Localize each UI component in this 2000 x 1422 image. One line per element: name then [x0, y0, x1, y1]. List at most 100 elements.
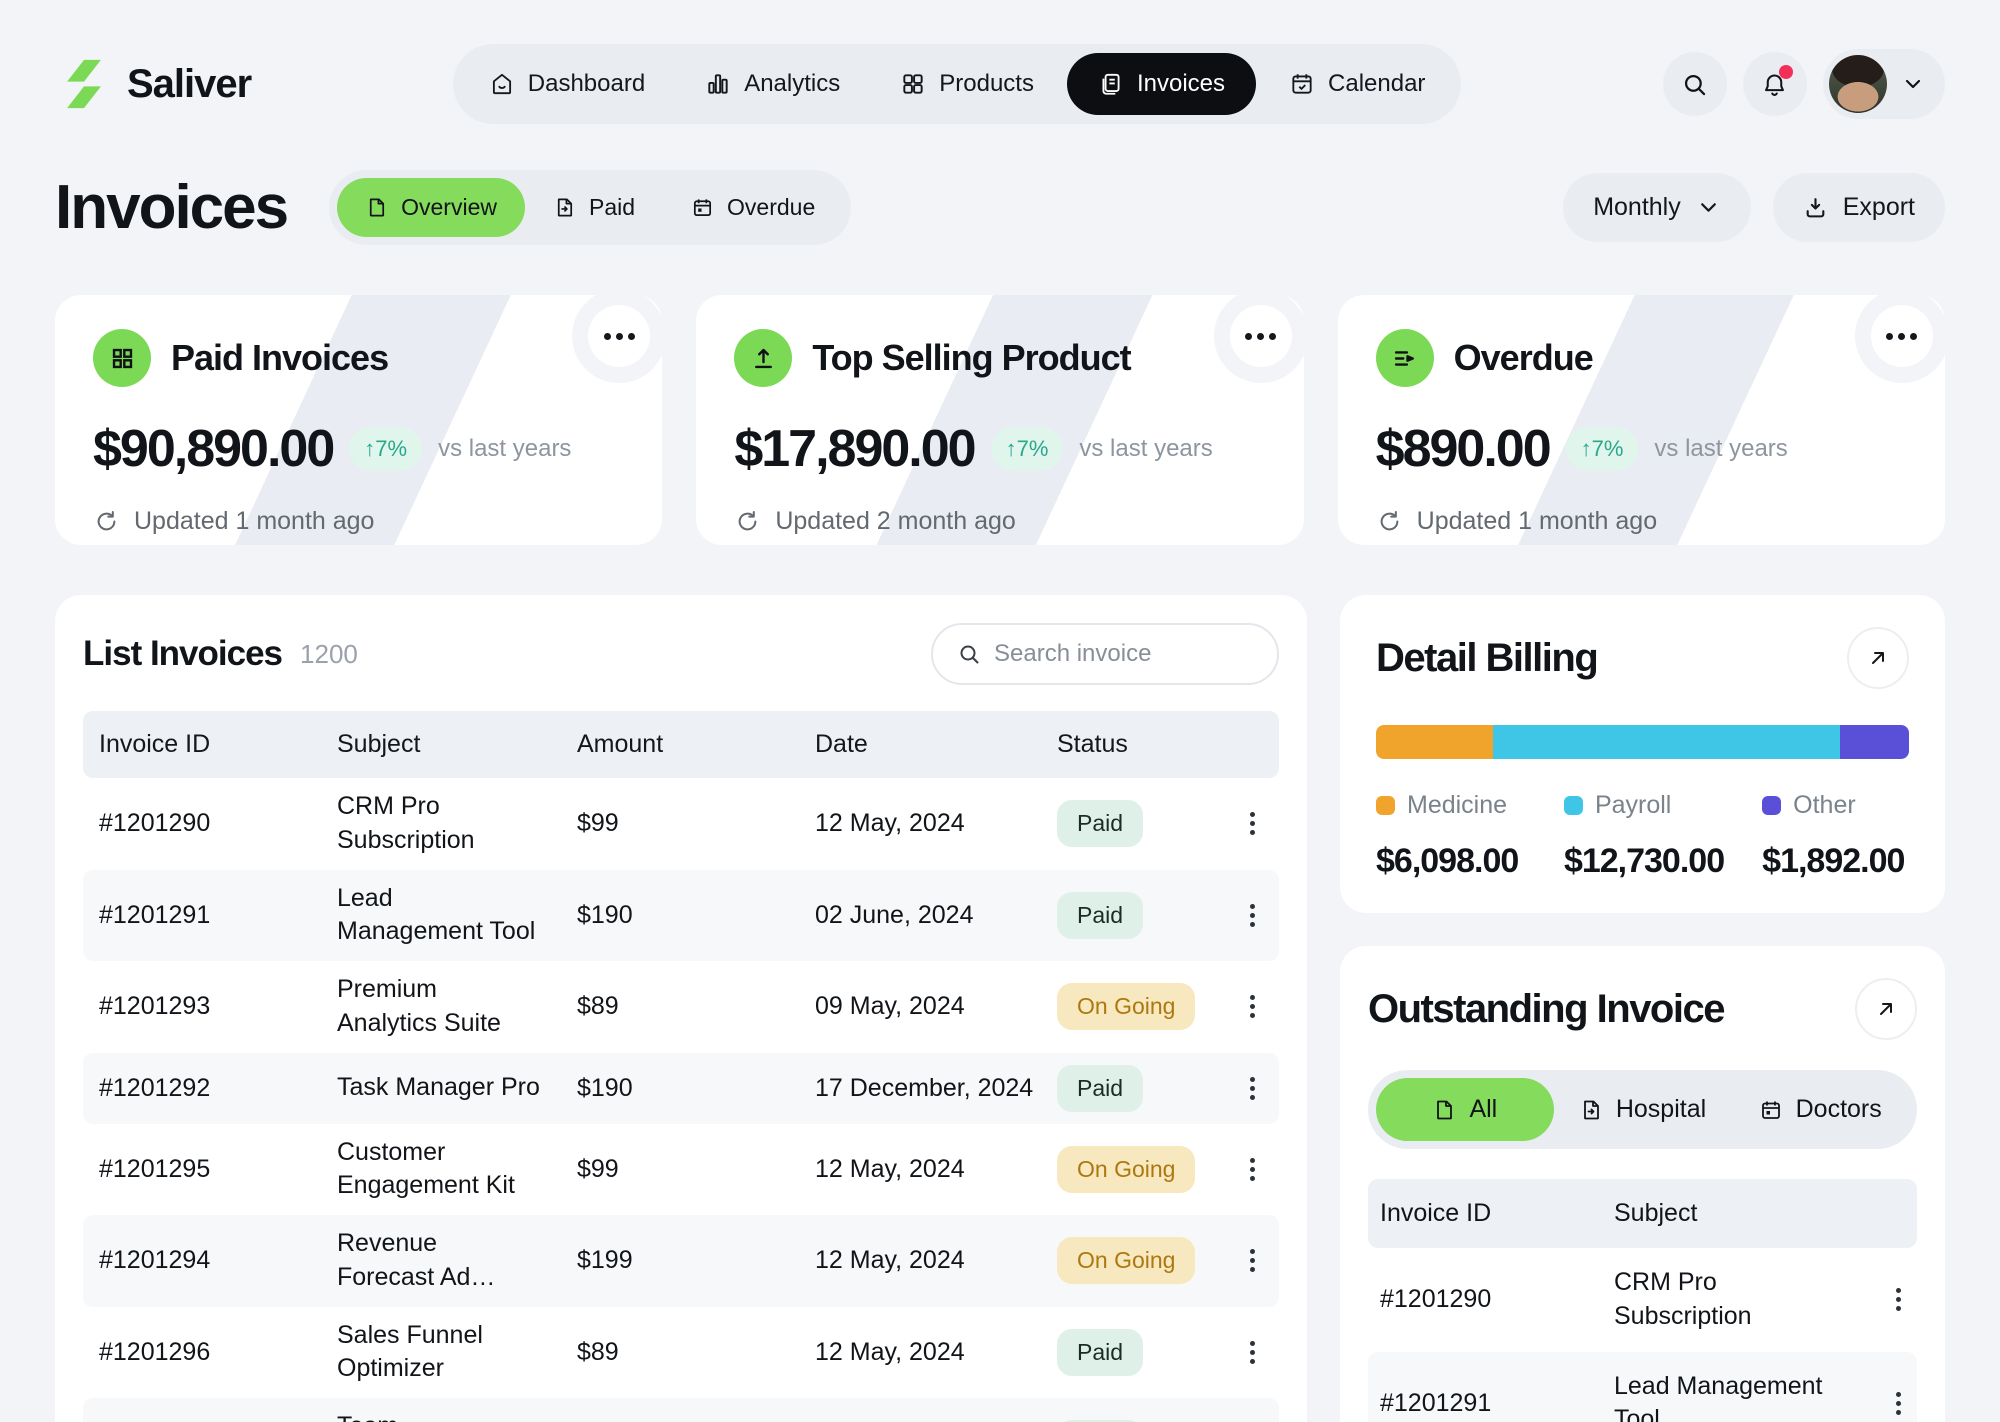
invoice-row[interactable]: #1201296Sales Funnel Optimizer$8912 May,… [83, 1307, 1279, 1399]
cell-amount: $99 [577, 809, 815, 838]
row-menu-button[interactable] [1237, 1158, 1267, 1181]
tab-doctors[interactable]: Doctors [1731, 1078, 1909, 1141]
nav-item-calendar[interactable]: Calendar [1262, 53, 1452, 115]
document-icon [1098, 71, 1124, 97]
invoice-row[interactable]: #1201294Revenue Forecast Ad…$19912 May, … [83, 1215, 1279, 1307]
delta-badge: ↑7% [349, 427, 422, 471]
col-invoice-id: Invoice ID [99, 730, 337, 759]
page-title: Invoices [55, 172, 287, 243]
search-icon [957, 642, 981, 666]
nav-item-dashboard[interactable]: Dashboard [462, 53, 672, 115]
brand-logo[interactable]: Saliver [55, 55, 251, 113]
top-controls [1663, 49, 1945, 119]
export-label: Export [1843, 193, 1915, 222]
tab-overview[interactable]: Overview [337, 178, 525, 237]
nav-label: Analytics [744, 70, 840, 98]
tab-label: Doctors [1796, 1095, 1882, 1124]
outstanding-expand-button[interactable] [1855, 978, 1917, 1040]
notification-dot [1779, 65, 1793, 79]
invoice-row[interactable]: #1201254Team Collaboration Hub$9917 Dece… [83, 1398, 1279, 1422]
page-header: Invoices Overview Paid Overdue Monthly [55, 170, 1945, 245]
cell-amount: $199 [577, 1246, 815, 1275]
billing-value: $1,892.00 [1762, 842, 1909, 881]
file-icon [365, 196, 388, 219]
invoice-row[interactable]: #1201291Lead Management Tool$19002 June,… [83, 870, 1279, 962]
tab-paid[interactable]: Paid [525, 178, 663, 237]
search-input[interactable] [994, 640, 1253, 668]
search-button[interactable] [1663, 52, 1727, 116]
period-select[interactable]: Monthly [1563, 173, 1751, 242]
cell-invoice-id: #1201295 [99, 1155, 337, 1184]
page-root: Saliver Dashboard Analytics Products Inv… [0, 0, 2000, 1422]
stat-amount: $17,890.00 [734, 419, 974, 479]
row-menu-button[interactable] [1237, 1249, 1267, 1272]
search-icon [1681, 71, 1708, 98]
invoice-row[interactable]: #1201295Customer Engagement Kit$9912 May… [83, 1124, 1279, 1216]
delta-badge: ↑7% [991, 427, 1064, 471]
refresh-icon [734, 508, 761, 535]
tab-overdue[interactable]: Overdue [663, 178, 843, 237]
billing-expand-button[interactable] [1847, 627, 1909, 689]
status-badge: On Going [1057, 1146, 1195, 1193]
cell-amount: $89 [577, 1338, 815, 1367]
legend-dot [1376, 796, 1395, 815]
cell-status: Paid [1057, 1065, 1237, 1112]
cell-amount: $190 [577, 901, 815, 930]
row-menu-button[interactable] [1237, 904, 1267, 927]
cell-status: Paid [1057, 800, 1237, 847]
grid-icon [900, 71, 926, 97]
invoice-row[interactable]: #1201292Task Manager Pro$19017 December,… [83, 1053, 1279, 1124]
status-badge: Paid [1057, 1329, 1143, 1376]
stat-cards: Paid Invoices $90,890.00 ↑7% vs last yea… [55, 295, 1945, 545]
outstanding-row[interactable]: #1201291Lead Management Tool [1368, 1352, 1917, 1422]
cell-date: 12 May, 2024 [815, 1338, 1057, 1367]
tab-hospital[interactable]: Hospital [1554, 1078, 1732, 1141]
outstanding-table-body: #1201290CRM Pro Subscription#1201291Lead… [1368, 1248, 1917, 1422]
user-menu[interactable] [1823, 49, 1945, 119]
outstanding-row[interactable]: #1201290CRM Pro Subscription [1368, 1248, 1917, 1352]
tab-all[interactable]: All [1376, 1078, 1554, 1141]
list-title: List Invoices [83, 634, 282, 674]
nav-item-invoices[interactable]: Invoices [1067, 53, 1256, 115]
legend-item: Medicine [1376, 791, 1564, 820]
card-menu-button[interactable] [588, 305, 650, 367]
top-bar: Saliver Dashboard Analytics Products Inv… [55, 0, 1945, 124]
card-menu-button[interactable] [1871, 305, 1933, 367]
cell-subject: Sales Funnel Optimizer [337, 1319, 577, 1387]
nav-item-analytics[interactable]: Analytics [678, 53, 867, 115]
col-amount: Amount [577, 730, 815, 759]
stat-card-top-selling: Top Selling Product $17,890.00 ↑7% vs la… [696, 295, 1303, 545]
cell-invoice-id: #1201290 [1380, 1285, 1614, 1314]
cell-subject: Team Collaboration Hub [337, 1410, 577, 1422]
legend-item: Payroll [1564, 791, 1762, 820]
arrow-up-right-icon [1866, 646, 1890, 670]
notifications-button[interactable] [1743, 52, 1807, 116]
invoice-row[interactable]: #1201290CRM Pro Subscription$9912 May, 2… [83, 778, 1279, 870]
nav-item-products[interactable]: Products [873, 53, 1061, 115]
cell-subject: CRM Pro Subscription [1614, 1266, 1883, 1334]
row-menu-button[interactable] [1883, 1288, 1913, 1311]
legend-dot [1564, 796, 1583, 815]
file-arrow-icon [1579, 1098, 1603, 1122]
export-button[interactable]: Export [1773, 173, 1945, 242]
cell-amount: $190 [577, 1074, 815, 1103]
cell-invoice-id: #1201294 [99, 1246, 337, 1275]
cell-status: On Going [1057, 1237, 1237, 1284]
row-menu-button[interactable] [1237, 812, 1267, 835]
billing-column: Medicine$6,098.00 [1376, 791, 1564, 881]
stat-amount: $90,890.00 [93, 419, 333, 479]
cell-invoice-id: #1201292 [99, 1074, 337, 1103]
cell-amount: $99 [577, 1155, 815, 1184]
row-menu-button[interactable] [1237, 995, 1267, 1018]
invoice-search[interactable] [931, 623, 1279, 685]
row-menu-button[interactable] [1883, 1392, 1913, 1415]
stat-updated: Updated 1 month ago [1417, 507, 1657, 536]
row-menu-button[interactable] [1237, 1077, 1267, 1100]
card-menu-button[interactable] [1230, 305, 1292, 367]
home-icon [489, 71, 515, 97]
row-menu-button[interactable] [1237, 1341, 1267, 1364]
chevron-down-icon [1901, 72, 1925, 96]
invoice-row[interactable]: #1201293Premium Analytics Suite$8909 May… [83, 961, 1279, 1053]
header-actions: Monthly Export [1563, 173, 1945, 242]
tab-label: Paid [589, 194, 635, 221]
